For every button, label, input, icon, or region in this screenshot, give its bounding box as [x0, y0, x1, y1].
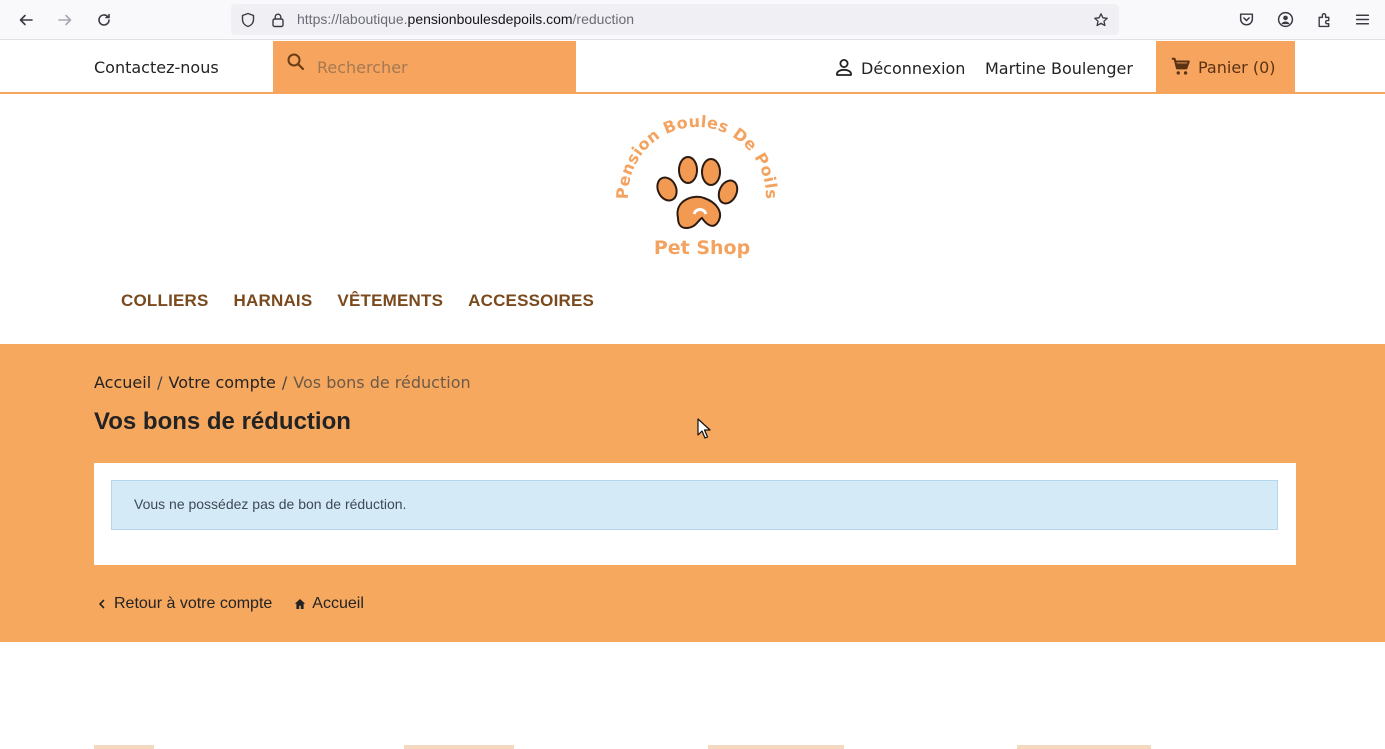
- breadcrumb-account[interactable]: Votre compte: [169, 373, 276, 392]
- home-icon: [295, 599, 306, 609]
- site-top-header: Contactez-nous Déconnexion Martine Boule…: [0, 41, 1385, 94]
- logo-arc-text: Pension Boules De Poils: [613, 112, 781, 199]
- home-link-label: Accueil: [312, 595, 364, 612]
- pocket-icon[interactable]: [1236, 9, 1256, 29]
- vouchers-card: Vous ne possédez pas de bon de réduction…: [94, 463, 1296, 565]
- mouse-cursor-icon: [697, 418, 711, 439]
- forward-arrow-icon[interactable]: [53, 8, 77, 32]
- nav-item-vetements[interactable]: VÊTEMENTS: [337, 291, 443, 311]
- main-nav: COLLIERS HARNAIS VÊTEMENTS ACCESSOIRES: [121, 291, 594, 311]
- lock-icon[interactable]: [269, 11, 287, 29]
- bookmark-star-icon[interactable]: [1092, 11, 1110, 29]
- nav-item-harnais[interactable]: HARNAIS: [234, 291, 313, 311]
- page-title: Vos bons de réduction: [94, 408, 351, 435]
- logo-tagline: Pet Shop: [654, 237, 750, 259]
- chevron-left-icon: [99, 599, 105, 609]
- url-text[interactable]: https://laboutique.pensionboulesdepoils.…: [297, 11, 634, 27]
- url-prefix: https://laboutique.: [297, 11, 408, 27]
- info-alert: Vous ne possédez pas de bon de réduction…: [111, 480, 1278, 530]
- nav-item-colliers[interactable]: COLLIERS: [121, 291, 209, 311]
- content-section: Accueil / Votre compte / Vos bons de réducti…: [0, 344, 1385, 642]
- cart-label: Panier (0): [1198, 58, 1276, 77]
- back-to-account-label: Retour à votre compte: [114, 595, 273, 612]
- url-domain: pensionboulesdepoils.com: [407, 11, 573, 27]
- breadcrumb-separator: /: [281, 373, 288, 392]
- user-icon: [836, 59, 852, 76]
- extensions-icon[interactable]: [1314, 9, 1334, 29]
- contact-link[interactable]: Contactez-nous: [94, 58, 219, 77]
- breadcrumb-home[interactable]: Accueil: [94, 373, 151, 392]
- account-name-link[interactable]: Martine Boulenger: [985, 59, 1133, 78]
- footer-heading-hint: [1017, 745, 1151, 749]
- shop-logo[interactable]: Pension Boules De Poils Pet Shop: [612, 112, 782, 268]
- home-link[interactable]: Accueil: [294, 595, 364, 613]
- menu-icon[interactable]: [1352, 9, 1372, 29]
- logout-link[interactable]: Déconnexion: [861, 59, 965, 78]
- nav-item-accessoires[interactable]: ACCESSOIRES: [468, 291, 594, 311]
- breadcrumb-separator: /: [157, 373, 163, 392]
- cart-icon: [1171, 57, 1190, 75]
- footer-heading-hint: [708, 745, 844, 749]
- breadcrumb-current: Vos bons de réduction: [293, 373, 471, 392]
- shield-icon[interactable]: [239, 11, 257, 29]
- url-bar[interactable]: https://laboutique.pensionboulesdepoils.…: [231, 4, 1119, 35]
- browser-toolbar: https://laboutique.pensionboulesdepoils.…: [0, 0, 1385, 40]
- back-to-account-link[interactable]: Retour à votre compte: [96, 595, 272, 613]
- search-input[interactable]: [317, 55, 567, 79]
- search-icon: [287, 53, 305, 71]
- footer-heading-hint: [404, 745, 514, 749]
- url-path: /reduction: [572, 11, 635, 27]
- reload-icon[interactable]: [92, 8, 116, 32]
- cart-button[interactable]: Panier (0): [1156, 41, 1295, 94]
- search-box[interactable]: [273, 41, 576, 94]
- breadcrumb: Accueil / Votre compte / Vos bons de réducti…: [94, 373, 471, 392]
- alert-message: Vous ne possédez pas de bon de réduction…: [134, 496, 407, 512]
- svg-text:Pension Boules De Poils: Pension Boules De Poils: [613, 112, 781, 199]
- back-arrow-icon[interactable]: [14, 8, 38, 32]
- account-footer-links: Retour à votre compte Accueil: [96, 595, 364, 613]
- footer-heading-hint: [94, 745, 154, 749]
- account-icon[interactable]: [1275, 9, 1295, 29]
- paw-icon: [656, 156, 739, 230]
